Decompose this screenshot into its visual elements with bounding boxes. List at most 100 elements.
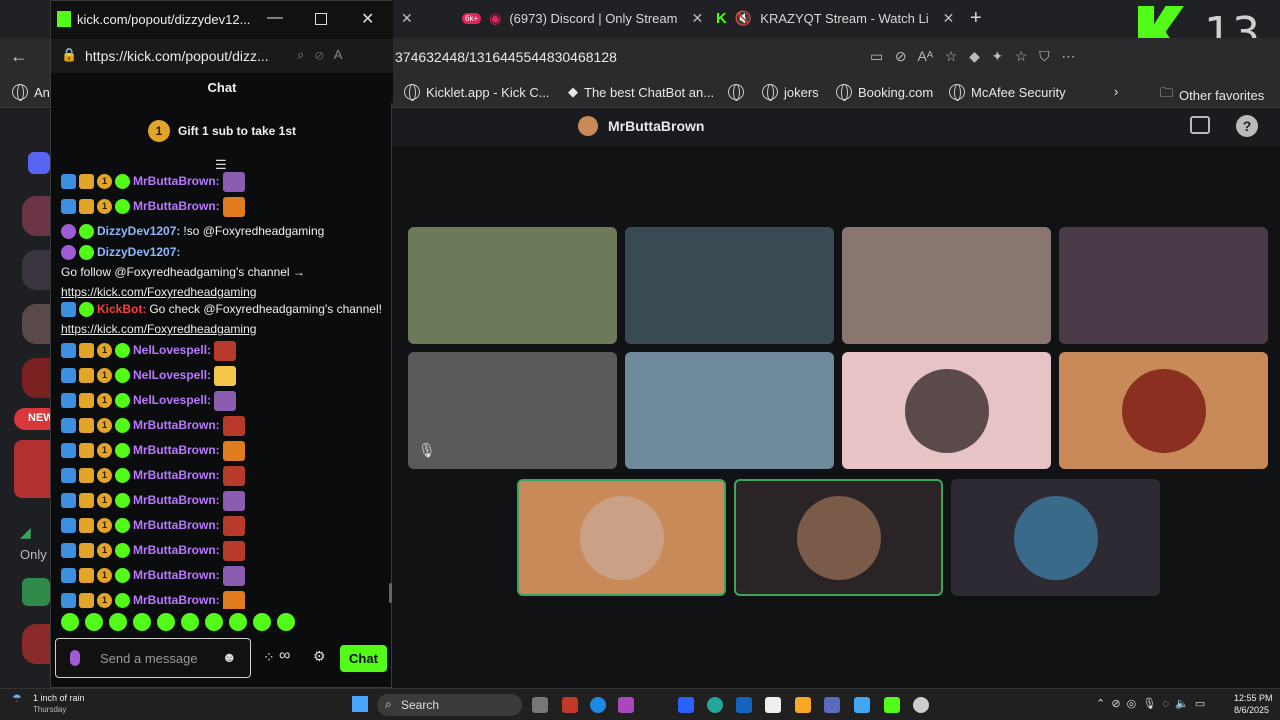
close-icon[interactable]: ✕ [943,10,955,27]
gear-icon[interactable]: ⚙ [313,648,326,665]
back-arrow-icon[interactable]: ← [10,46,28,67]
emote-icon[interactable] [157,613,175,631]
emote-icon[interactable] [181,613,199,631]
video-tile[interactable] [625,227,834,344]
tab-discord[interactable]: 6k+ ◉ (6973) Discord | Only Stream ✕ [462,4,703,32]
bookmark-booking[interactable]: Booking.com [836,84,933,101]
server-avatar[interactable] [22,250,50,290]
chat-username[interactable]: MrButtaBrown: [133,198,220,215]
tab-krazyqt[interactable]: K 🔇 KRAZYQT Stream - Watch Li ✕ [716,4,954,32]
app-icon[interactable] [678,697,694,713]
paw-icon[interactable]: ⁘ [263,649,275,666]
bookmark-other-favorites[interactable]: 🗀 Other favorites [1160,84,1264,106]
help-icon[interactable]: ? [1236,115,1258,137]
chat-input-placeholder[interactable]: Send a message [100,651,198,666]
minimize-button[interactable]: — [267,9,283,27]
send-chat-button[interactable]: Chat [340,645,387,672]
chat-username[interactable]: MrButtaBrown: [133,492,220,509]
discord-icon[interactable] [28,152,50,174]
server-avatar[interactable] [22,196,50,236]
teams-icon[interactable] [824,697,840,713]
app-icon[interactable] [765,697,781,713]
app-icon[interactable] [562,697,578,713]
bookmark-jokers[interactable]: jokers [762,84,819,101]
avatar-tile-speaking[interactable] [734,479,943,596]
server-avatar[interactable] [22,578,50,606]
tray-icons[interactable]: ⌃ ⊘ ◎ 🎙 ◌ 🔈 ▭ [1096,697,1205,710]
toolbar-icons[interactable]: ▭ ⊘ Aᴬ ☆ ◆ ✦ ☆ ⛉ ⋯ [870,48,1075,65]
server-avatar[interactable] [22,624,50,664]
emoji-icon[interactable]: ☻ [222,649,237,665]
chat-username[interactable]: MrButtaBrown: [133,467,220,484]
bookmark-an[interactable]: An [12,84,50,101]
close-icon[interactable]: ✕ [691,10,703,27]
video-tile[interactable] [842,227,1051,344]
server-avatar[interactable] [22,358,50,398]
chat-link[interactable]: https://kick.com/Foxyredheadgaming [61,284,256,301]
emote-icon[interactable] [205,613,223,631]
chat-username[interactable]: DizzyDev1207: [97,223,180,240]
app-icon[interactable] [854,697,870,713]
chat-link[interactable]: https://kick.com/Foxyredheadgaming [61,321,256,338]
scrollbar[interactable] [389,583,392,603]
close-button[interactable]: ✕ [361,9,374,29]
emote-icon[interactable] [61,613,79,631]
video-tile[interactable] [408,227,617,344]
folder-icon[interactable] [795,697,811,713]
chat-username[interactable]: NelLovespell: [133,342,211,359]
bookmark-kicklet[interactable]: Kicklet.app - Kick C... [404,84,550,101]
mic-icon[interactable] [70,650,80,666]
avatar-tile[interactable] [951,479,1160,596]
new-tab-button[interactable]: + [970,4,982,32]
taskbar-search[interactable]: ⌕ Search [377,694,522,716]
video-tile[interactable] [1059,227,1268,344]
bookmark-globe[interactable] [728,84,744,101]
url-text[interactable]: 374632448/1316445544830468128 [395,49,617,65]
chat-username[interactable]: MrButtaBrown: [133,442,220,459]
emote-icon[interactable] [85,613,103,631]
server-avatar[interactable] [14,440,50,498]
chat-username[interactable]: MrButtaBrown: [133,567,220,584]
screen-record-icon[interactable] [1190,116,1210,134]
bookmark-chatbot[interactable]: ◆ The best ChatBot an... [568,84,714,100]
avatar-tile-speaking[interactable] [517,479,726,596]
gift-banner[interactable]: 1 Gift 1 sub to take 1st [51,111,393,151]
chat-username[interactable]: NelLovespell: [133,392,211,409]
video-tile[interactable] [625,352,834,469]
chat-username[interactable]: MrButtaBrown: [133,542,220,559]
emote-icon[interactable] [277,613,295,631]
chat-username[interactable]: KickBot: [97,301,146,318]
video-tile[interactable]: 🎙 [408,352,617,469]
chat-username[interactable]: NelLovespell: [133,367,211,384]
emote-icon[interactable] [133,613,151,631]
emote-icon[interactable] [229,613,247,631]
tab-close-prev[interactable]: ✕ [395,4,413,32]
app-icon[interactable] [884,697,900,713]
edge-icon[interactable] [590,697,606,713]
chevron-right-icon[interactable]: › [1114,84,1118,99]
chat-username[interactable]: MrButtaBrown: [133,173,220,190]
app-icon[interactable] [707,697,723,713]
infinity-icon[interactable]: ∞ [279,647,290,665]
server-avatar[interactable] [22,304,50,344]
avatar-tile[interactable] [1059,352,1268,469]
taskview-icon[interactable] [532,697,548,713]
emote-icon[interactable] [109,613,127,631]
avatar-tile[interactable] [842,352,1051,469]
settings-icon[interactable] [913,697,929,713]
chat-username[interactable]: MrButtaBrown: [133,517,220,534]
clock-date[interactable]: 8/6/2025 [1234,705,1269,715]
windows-start-icon[interactable] [352,696,368,712]
popout-toolbar-icons[interactable]: ⌕ ⊘ A [297,47,342,63]
popout-url[interactable]: https://kick.com/popout/dizz... [85,48,269,64]
maximize-button[interactable] [315,13,327,25]
emote-icon[interactable] [253,613,271,631]
clock-time[interactable]: 12:55 PM [1234,693,1273,703]
chat-username[interactable]: DizzyDev1207: [97,244,180,261]
app-icon[interactable] [618,697,634,713]
chat-username[interactable]: MrButtaBrown: [133,417,220,434]
zoom-icon[interactable] [736,697,752,713]
bookmark-mcafee[interactable]: McAfee Security [949,84,1066,101]
muted-speaker-icon[interactable]: 🔇 [735,10,752,27]
chat-username[interactable]: MrButtaBrown: [133,592,220,609]
